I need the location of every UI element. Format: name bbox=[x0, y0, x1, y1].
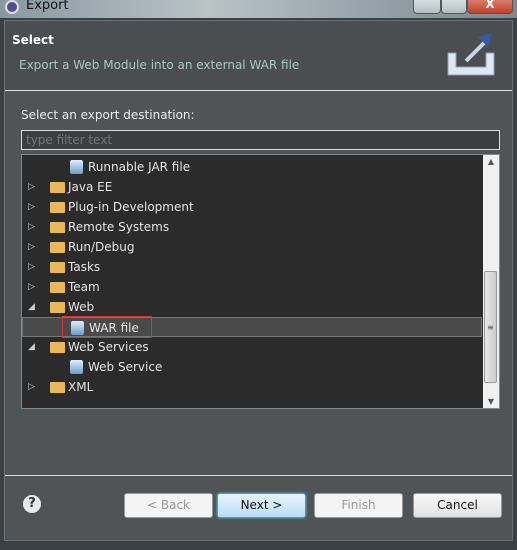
eclipse-icon bbox=[5, 0, 19, 14]
export-wizard-icon bbox=[447, 33, 495, 76]
tree-item[interactable]: ▷ Java EE bbox=[22, 177, 482, 197]
tree-item-label: Web bbox=[68, 300, 95, 314]
tree-item[interactable]: ◢ Web Services bbox=[22, 337, 482, 357]
scroll-up-arrow[interactable]: ▲ bbox=[483, 157, 499, 166]
tree-item-label: Plug-in Development bbox=[68, 200, 194, 214]
collapsed-arrow-icon[interactable]: ▷ bbox=[28, 237, 35, 257]
tree-item-label: Runnable JAR file bbox=[88, 160, 191, 174]
tree-item[interactable]: ▷ XML bbox=[22, 377, 482, 397]
filter-input[interactable] bbox=[21, 130, 500, 150]
tree-item[interactable]: ▷ Run/Debug bbox=[22, 237, 482, 257]
maximize-button[interactable] bbox=[441, 0, 467, 14]
file-icon bbox=[70, 160, 83, 174]
expanded-arrow-icon[interactable]: ◢ bbox=[28, 297, 35, 317]
folder-icon bbox=[50, 182, 65, 193]
folder-icon bbox=[50, 342, 65, 353]
tree-item-label: Java EE bbox=[68, 180, 113, 194]
folder-icon bbox=[50, 302, 65, 313]
divider bbox=[5, 475, 512, 476]
destination-label: Select an export destination: bbox=[21, 108, 195, 122]
file-icon bbox=[70, 360, 83, 374]
folder-icon bbox=[50, 282, 65, 293]
tree-item-label: Web Service bbox=[88, 360, 163, 374]
minimize-button[interactable] bbox=[413, 0, 441, 14]
collapsed-arrow-icon[interactable]: ▷ bbox=[28, 177, 35, 197]
tree-item[interactable]: ◢ Web bbox=[22, 297, 482, 317]
folder-icon bbox=[50, 242, 65, 253]
tree-item-label: Remote Systems bbox=[68, 220, 170, 234]
vertical-scrollbar[interactable]: ▲ ≡ ▼ bbox=[483, 155, 499, 408]
export-dialog: Select Export a Web Module into an exter… bbox=[4, 20, 513, 541]
tree-item-label: Run/Debug bbox=[68, 240, 135, 254]
collapsed-arrow-icon[interactable]: ▷ bbox=[28, 217, 35, 237]
tree-item-label: Web Services bbox=[68, 340, 149, 354]
page-description: Export a Web Module into an external WAR… bbox=[19, 58, 300, 72]
tree-item[interactable]: ▷ Tasks bbox=[22, 257, 482, 277]
tree-item-label: XML bbox=[68, 380, 94, 394]
scroll-thumb[interactable]: ≡ bbox=[484, 271, 497, 383]
help-icon[interactable]: ? bbox=[23, 495, 41, 513]
folder-icon bbox=[50, 222, 65, 233]
page-title: Select bbox=[12, 33, 54, 47]
title-bar: Export X bbox=[0, 0, 517, 18]
expanded-arrow-icon[interactable]: ◢ bbox=[28, 337, 35, 357]
collapsed-arrow-icon[interactable]: ▷ bbox=[28, 277, 35, 297]
back-button[interactable]: < Back bbox=[124, 493, 213, 518]
destination-tree[interactable]: ▲ ≡ ▼ Runnable JAR file ▷ Java EE ▷ Plug-in … bbox=[21, 154, 500, 409]
collapsed-arrow-icon[interactable]: ▷ bbox=[28, 197, 35, 217]
tree-item[interactable]: Runnable JAR file bbox=[22, 157, 482, 177]
finish-button[interactable]: Finish bbox=[314, 493, 403, 518]
folder-icon bbox=[50, 202, 65, 213]
folder-icon bbox=[50, 262, 65, 273]
folder-icon bbox=[50, 382, 65, 393]
scroll-down-arrow[interactable]: ▼ bbox=[483, 397, 499, 406]
cancel-button[interactable]: Cancel bbox=[413, 493, 502, 518]
wizard-header: Select Export a Web Module into an exter… bbox=[5, 21, 512, 91]
window-title: Export bbox=[26, 0, 69, 13]
tree-item[interactable]: ▷ Team bbox=[22, 277, 482, 297]
collapsed-arrow-icon[interactable]: ▷ bbox=[28, 257, 35, 277]
tree-item[interactable]: ▷ Remote Systems bbox=[22, 217, 482, 237]
tree-item-label: Team bbox=[68, 280, 100, 294]
tree-item-label: Tasks bbox=[68, 260, 101, 274]
tree-item[interactable]: Web Service bbox=[22, 357, 482, 377]
tree-item[interactable]: ▷ Plug-in Development bbox=[22, 197, 482, 217]
highlight-box bbox=[62, 316, 152, 338]
close-button[interactable]: X bbox=[467, 0, 513, 14]
collapsed-arrow-icon[interactable]: ▷ bbox=[28, 377, 35, 397]
next-button[interactable]: Next > bbox=[217, 493, 306, 518]
